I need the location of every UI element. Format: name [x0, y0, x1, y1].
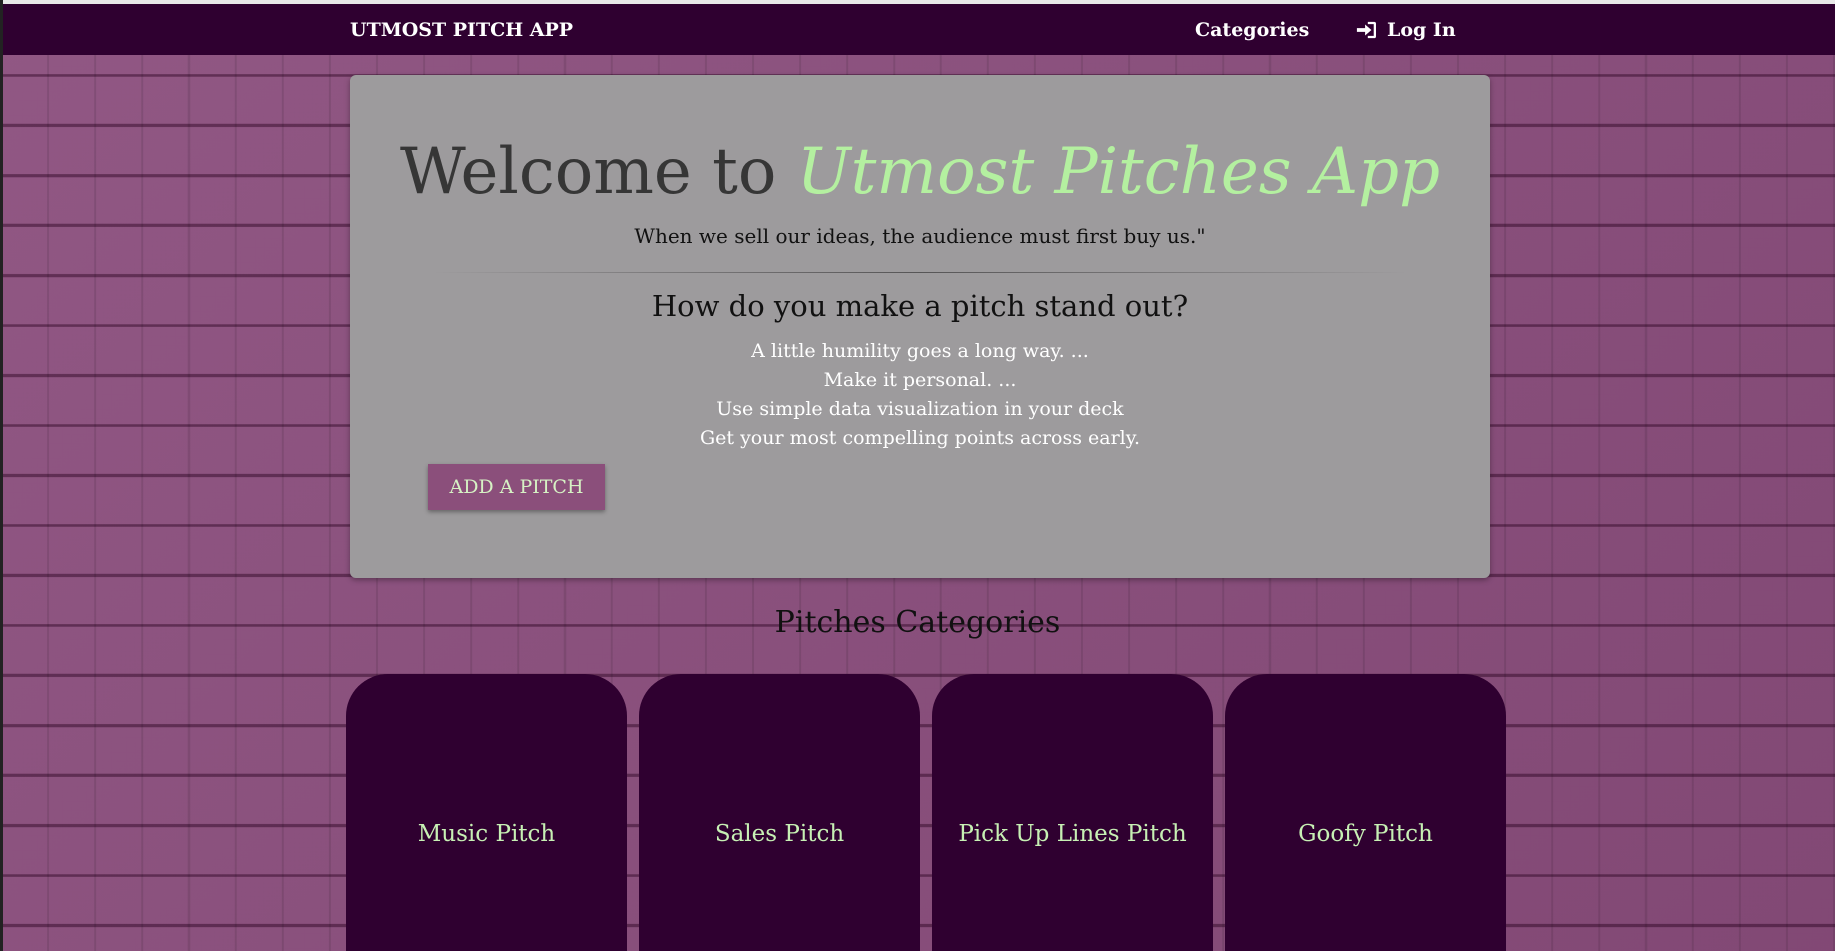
tip-item: Make it personal. ...: [823, 369, 1017, 391]
divider: [432, 272, 1408, 273]
sign-in-icon: [1356, 21, 1376, 39]
navbar: UTMOST PITCH APP Categories Log In: [3, 4, 1835, 55]
category-card-label: Sales Pitch: [714, 821, 845, 847]
nav-login-link[interactable]: Log In: [1355, 19, 1456, 41]
nav-categories-link[interactable]: Categories: [1195, 19, 1309, 41]
category-card-pickup-lines[interactable]: Pick Up Lines Pitch: [932, 674, 1213, 951]
category-cards: Music Pitch Sales Pitch Pick Up Lines Pi…: [346, 674, 1506, 951]
nav-login-label: Log In: [1387, 19, 1456, 41]
categories-heading: Pitches Categories: [774, 605, 1061, 640]
category-card-goofy[interactable]: Goofy Pitch: [1225, 674, 1506, 951]
brand-link[interactable]: UTMOST PITCH APP: [350, 19, 573, 41]
add-pitch-button[interactable]: ADD A PITCH: [428, 464, 605, 510]
tip-item: Use simple data visualization in your de…: [716, 398, 1124, 420]
window-left-edge: [0, 0, 3, 951]
category-card-label: Music Pitch: [417, 821, 556, 847]
welcome-prefix: Welcome to: [399, 135, 777, 209]
category-card-sales[interactable]: Sales Pitch: [639, 674, 920, 951]
tips-heading: How do you make a pitch stand out?: [651, 289, 1189, 323]
welcome-app-name: Utmost Pitches App: [796, 135, 1441, 209]
tip-item: Get your most compelling points across e…: [699, 427, 1141, 449]
tagline-quote: When we sell our ideas, the audience mus…: [634, 224, 1206, 248]
category-card-label: Pick Up Lines Pitch: [958, 821, 1187, 847]
welcome-heading: Welcome to Utmost Pitches App: [350, 135, 1490, 209]
category-card-label: Goofy Pitch: [1298, 821, 1433, 847]
tips-list: A little humility goes a long way. ... M…: [350, 337, 1490, 453]
tip-item: A little humility goes a long way. ...: [751, 340, 1089, 362]
welcome-panel: Welcome to Utmost Pitches App When we se…: [350, 75, 1490, 578]
category-card-music[interactable]: Music Pitch: [346, 674, 627, 951]
